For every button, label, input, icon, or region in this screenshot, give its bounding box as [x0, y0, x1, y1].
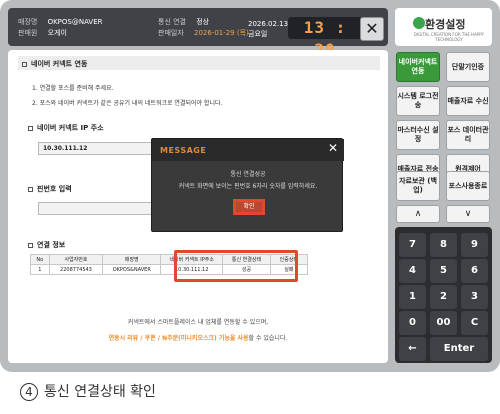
seller-row: 판매원 오게이: [18, 28, 67, 38]
store-code-row: 매장명 OKPOS@NAVER: [18, 17, 103, 27]
pin-section-label: 핀번호 입력: [28, 184, 72, 194]
key-7[interactable]: 7: [399, 233, 426, 257]
key-2[interactable]: 2: [430, 285, 457, 309]
sale-date-value: 2026-01-29 (목): [194, 29, 249, 37]
logo-subtitle: DIGITAL CREATION FOR THE HAPPY TECHNOLOG…: [413, 32, 485, 42]
key-backspace[interactable]: ←: [399, 337, 426, 361]
square-bullet-icon: [28, 125, 33, 131]
key-9[interactable]: 9: [461, 233, 488, 257]
square-bullet-icon: [28, 242, 33, 248]
settings-panel: 환경설정 DIGITAL CREATION FOR THE HAPPY TECH…: [395, 8, 492, 363]
clock-display: 13 : 20: [288, 17, 362, 59]
chevron-up-icon: ∧: [414, 209, 422, 219]
cell-store-name: OKPOS&NAVER: [102, 264, 162, 275]
step-number-badge: 4: [20, 383, 38, 401]
key-3[interactable]: 3: [461, 285, 488, 309]
scroll-up-button[interactable]: ∧: [396, 205, 440, 223]
instruction-step-2: 2. 포스와 네이버 커넥트가 같은 공유기 내의 네트워크로 연결되어야 합니…: [32, 100, 223, 107]
step-caption: 4 통신 연결상태 확인: [20, 381, 156, 401]
col-no: No: [30, 254, 50, 265]
key-0[interactable]: 0: [399, 311, 426, 335]
dialog-message-body: 커넥트 화면에 보이는 핀번호 6자리 숫자를 입력하세요.: [178, 183, 318, 190]
close-icon: ✕: [365, 19, 379, 38]
footer-note-1: 커넥트에서 스마트플레이스 내 업체를 연동할 수 있으며,: [127, 319, 269, 326]
date-line: 2026.02.13: [248, 20, 289, 28]
ip-address-field[interactable]: 10.30.111.12: [38, 142, 168, 155]
key-8[interactable]: 8: [430, 233, 457, 257]
sale-date-row: 판매일자 2026-01-29 (목): [158, 28, 249, 38]
menu-label: 자료보관 (백업): [399, 177, 437, 194]
sale-date-label: 판매일자: [158, 29, 184, 37]
dialog-ok-button[interactable]: 확인: [233, 199, 265, 215]
logo-icon: [413, 17, 425, 29]
key-clear[interactable]: C: [461, 311, 488, 335]
col-store-name: 매장명: [102, 254, 162, 265]
date-display: 2026.02.13 금요일: [248, 19, 288, 39]
store-code-value: OKPOS@NAVER: [47, 18, 103, 26]
message-dialog: MESSAGE ✕ 통신 연결성공 커넥트 화면에 보이는 핀번호 6자리 숫자…: [151, 138, 344, 232]
caption-text: 통신 연결상태 확인: [44, 384, 156, 400]
page-title: 네이버 커넥트 연동: [22, 59, 87, 69]
menu-label: 시스템 로그전송: [397, 92, 439, 109]
logo-title: 환경설정: [425, 18, 466, 31]
menu-system-log[interactable]: 시스템 로그전송: [396, 86, 440, 116]
comm-status-label: 통신 연결: [158, 18, 186, 26]
instruction-step-1: 1. 연결할 포스를 준비해 주세요.: [32, 85, 114, 92]
header-bar: 매장명 OKPOS@NAVER 판매원 오게이 통신 연결 정상 판매일자 20…: [8, 8, 388, 59]
numeric-keypad: 7 8 9 4 5 6 1 2 3 0 00 C ← Enter: [395, 227, 492, 363]
cell-business-no: 2208774543: [48, 264, 104, 275]
ip-label-text: 네이버 커넥트 IP 주소: [37, 124, 104, 132]
key-4[interactable]: 4: [399, 259, 426, 283]
menu-label: 마스터수신 설정: [397, 126, 439, 143]
dialog-close-button[interactable]: ✕: [328, 141, 338, 155]
page-title-text: 네이버 커넥트 연동: [31, 60, 88, 68]
footer-rest: 할 수 있습니다.: [248, 335, 288, 342]
app-logo: 환경설정 DIGITAL CREATION FOR THE HAPPY TECH…: [395, 8, 492, 46]
menu-label: 포스사용종료: [448, 181, 488, 190]
comm-status-value: 정상: [196, 18, 210, 26]
menu-naver-connect[interactable]: 네이버커넥트 연동: [396, 52, 440, 82]
highlight-box: [174, 250, 298, 282]
menu-label: 네이버커넥트 연동: [398, 58, 438, 75]
col-business-no: 사업자번호: [48, 254, 104, 265]
menu-label: 단말기인증: [451, 62, 485, 71]
footer-note-2: 연동시 리뷰 / 쿠폰 / N주문(미니키오스크) 기능을 사용할 수 있습니다…: [8, 333, 388, 342]
dialog-title: MESSAGE: [160, 146, 207, 155]
connection-info-text: 연결 정보: [37, 241, 66, 249]
menu-pos-shutdown[interactable]: 포스사용종료: [446, 171, 490, 201]
cell-no: 1: [30, 264, 50, 275]
chevron-down-icon: ∨: [464, 209, 472, 219]
pos-window-frame: 매장명 OKPOS@NAVER 판매원 오게이 통신 연결 정상 판매일자 20…: [0, 0, 500, 372]
key-5[interactable]: 5: [430, 259, 457, 283]
menu-pos-data[interactable]: 포스 데이터관리: [446, 120, 490, 150]
menu-label: 포스 데이터관리: [447, 126, 489, 143]
key-00[interactable]: 00: [430, 311, 457, 335]
weekday-line: 금요일: [248, 30, 268, 38]
seller-value: 오게이: [47, 29, 67, 37]
connection-info-label: 연결 정보: [28, 240, 65, 250]
store-code-label: 매장명: [18, 18, 38, 26]
square-bullet-icon: [22, 61, 27, 67]
menu-master-receive[interactable]: 마스터수신 설정: [396, 120, 440, 150]
menu-backup[interactable]: 자료보관 (백업): [396, 171, 440, 201]
comm-status-row: 통신 연결 정상: [158, 17, 209, 27]
footer-highlight: 연동시 리뷰 / 쿠폰 / N주문(미니키오스크) 기능을 사용: [108, 335, 249, 342]
ip-section-label: 네이버 커넥트 IP 주소: [28, 123, 104, 133]
menu-sales-receive[interactable]: 매출자료 수신: [446, 86, 490, 116]
scroll-down-button[interactable]: ∨: [446, 205, 490, 223]
square-bullet-icon: [28, 186, 33, 192]
menu-terminal-auth[interactable]: 단말기인증: [446, 52, 490, 82]
close-icon: ✕: [328, 141, 339, 155]
key-1[interactable]: 1: [399, 285, 426, 309]
pin-label-text: 핀번호 입력: [37, 185, 72, 193]
key-enter[interactable]: Enter: [430, 337, 488, 361]
menu-label: 매출자료 수신: [447, 96, 489, 105]
seller-label: 판매원: [18, 29, 38, 37]
close-window-button[interactable]: ✕: [360, 17, 384, 41]
dialog-message-title: 통신 연결성공: [230, 171, 266, 178]
key-6[interactable]: 6: [461, 259, 488, 283]
